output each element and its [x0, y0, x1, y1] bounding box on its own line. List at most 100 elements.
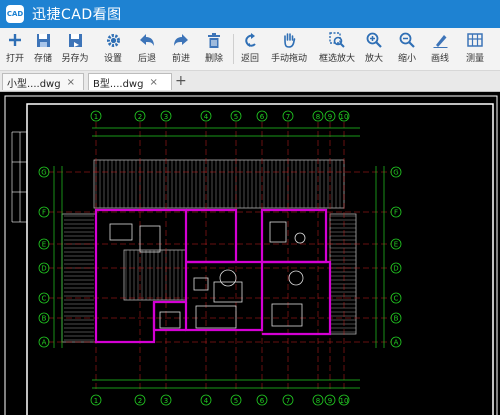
tab-small-dwg[interactable]: 小型....dwg ×	[2, 73, 84, 90]
add-tab-button[interactable]: +	[175, 73, 187, 89]
title-block-strip	[11, 131, 27, 223]
zoom-in-button[interactable]: 放大	[361, 30, 387, 68]
axis-label: 4	[204, 113, 209, 121]
title-bar: CAD 迅捷CAD看图	[0, 0, 500, 28]
magenta-walls	[94, 208, 332, 344]
zoom-in-icon	[365, 32, 383, 48]
tab-label: B型....dwg	[93, 78, 144, 90]
save-as-icon	[66, 32, 84, 48]
box-zoom-button[interactable]: 框选放大	[316, 30, 358, 68]
axis-label: 9	[328, 397, 332, 405]
axis-label: C	[394, 295, 399, 303]
forward-button[interactable]: 前进	[168, 30, 194, 68]
axis-label: A	[42, 339, 47, 347]
box-zoom-label: 框选放大	[318, 54, 355, 64]
measure-label: 测量	[465, 54, 484, 64]
redo-arrow-icon	[172, 32, 190, 48]
save-button[interactable]: 存储	[30, 30, 56, 68]
axis-label: D	[393, 265, 398, 273]
tab-label: 小型....dwg	[7, 78, 61, 90]
axis-label: D	[41, 265, 46, 273]
zoom-out-label: 缩小	[397, 54, 416, 64]
axis-label: 1	[94, 397, 98, 405]
measure-button[interactable]: 测量	[462, 30, 488, 68]
tab-b-dwg[interactable]: B型....dwg ×	[88, 73, 172, 90]
app-logo: CAD	[6, 5, 24, 23]
box-zoom-icon	[328, 32, 346, 48]
back-label: 后退	[137, 54, 156, 64]
pan-label: 手动拖动	[270, 54, 307, 64]
roof-hatch-top	[93, 159, 345, 209]
axis-label: E	[42, 241, 46, 249]
axis-label: 10	[340, 397, 349, 405]
delete-button[interactable]: 删除	[201, 30, 227, 68]
axis-label: 3	[164, 113, 168, 121]
stair-left	[61, 213, 97, 343]
save-as-label: 另存为	[61, 54, 89, 64]
draw-line-button[interactable]: 画线	[427, 30, 453, 68]
return-label: 返回	[240, 54, 259, 64]
open-button[interactable]: 打开	[2, 30, 28, 68]
close-icon[interactable]: ×	[149, 77, 157, 88]
roof-hatch-lines	[64, 160, 356, 341]
axis-label: 4	[204, 397, 209, 405]
axis-label: 1	[94, 113, 98, 121]
undo-arrow-icon	[138, 32, 156, 48]
axis-label: G	[41, 169, 46, 177]
roof-hatch-bottom-left	[123, 249, 187, 301]
axis-label: 5	[234, 113, 238, 121]
axis-label: 10	[340, 113, 349, 121]
axis-label: B	[394, 315, 399, 323]
close-icon[interactable]: ×	[67, 77, 75, 88]
drawing-frame	[4, 95, 498, 415]
axis-label: A	[394, 339, 399, 347]
toolbar-divider	[233, 34, 234, 64]
draw-line-label: 画线	[430, 54, 449, 64]
axis-label: F	[42, 209, 46, 217]
drawing-canvas[interactable]: 1 1 2 2 3 3 4 4 5 5 6 6 7 7 8 8 9 9 10 10 G G F F E E D D C C B B A A	[0, 92, 500, 415]
measure-icon	[466, 32, 484, 48]
axis-label: 7	[286, 113, 290, 121]
forward-label: 前进	[171, 54, 190, 64]
save-icon	[34, 32, 52, 48]
zoom-out-icon	[398, 32, 416, 48]
pan-button[interactable]: 手动拖动	[268, 30, 310, 68]
save-as-button[interactable]: 另存为	[60, 30, 90, 68]
axis-label: B	[42, 315, 47, 323]
open-label: 打开	[5, 54, 24, 64]
hand-icon	[280, 32, 298, 48]
pencil-icon	[431, 32, 449, 48]
cad-drawing: 1122334455667788991010G GF FE ED DC CB BA A	[4, 95, 498, 415]
axis-label: 2	[138, 397, 142, 405]
back-button[interactable]: 后退	[134, 30, 160, 68]
document-tabs: 小型....dwg × B型....dwg × +	[0, 71, 500, 92]
settings-label: 设置	[103, 54, 122, 64]
axis-label: G	[393, 169, 398, 177]
settings-button[interactable]: 设置	[100, 30, 126, 68]
trash-icon	[205, 32, 223, 48]
return-icon	[241, 32, 259, 48]
axis-label: F	[394, 209, 398, 217]
toolbar: 打开 存储 另存为 设置 后退 前进 删除 返回 手动拖动 框选放大 放大 缩小…	[0, 28, 500, 71]
furniture-details	[109, 221, 306, 329]
zoom-in-label: 放大	[364, 54, 383, 64]
axis-label: 5	[234, 397, 238, 405]
save-label: 存储	[33, 54, 52, 64]
axis-label: 7	[286, 397, 290, 405]
axis-label: 8	[316, 397, 320, 405]
axis-label: 8	[316, 113, 320, 121]
zoom-out-button[interactable]: 缩小	[394, 30, 420, 68]
axis-labels: 1122334455667788991010G GF FE ED DC CB BA A	[38, 110, 402, 406]
axis-label: 3	[164, 397, 168, 405]
delete-label: 删除	[204, 54, 223, 64]
axis-label: 2	[138, 113, 142, 121]
dimension-lines	[53, 127, 385, 389]
gear-icon	[104, 32, 122, 48]
axis-label: 6	[260, 397, 265, 405]
axis-label: 6	[260, 113, 265, 121]
plus-icon	[6, 32, 24, 48]
app-title: 迅捷CAD看图	[32, 7, 122, 23]
axis-label: 9	[328, 113, 332, 121]
return-button[interactable]: 返回	[237, 30, 263, 68]
axis-label: E	[394, 241, 398, 249]
